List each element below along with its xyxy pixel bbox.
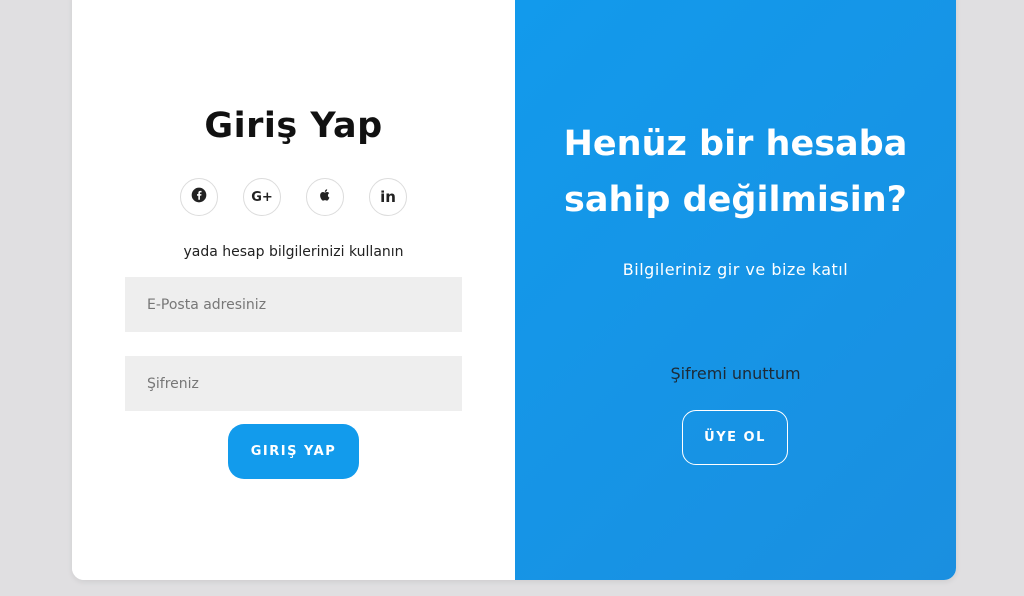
facebook-button[interactable]	[180, 178, 218, 216]
password-input[interactable]	[125, 356, 462, 411]
signup-panel: Henüz bir hesaba sahip değilmisin? Bilgi…	[515, 0, 956, 580]
signup-title-line1: Henüz bir hesaba	[563, 124, 908, 164]
social-login-group: G+ in	[180, 178, 407, 218]
signup-title-line2: sahip değilmisin?	[564, 180, 907, 220]
signup-button[interactable]: ÜYE OL	[682, 410, 788, 465]
login-title: Giriş Yap	[204, 106, 383, 146]
apple-icon	[317, 187, 333, 207]
auth-card: Giriş Yap G+ in yada hesap bilgilerinizi…	[72, 0, 956, 580]
signup-subtitle: Bilgileriniz gir ve bize katıl	[622, 260, 849, 279]
apple-button[interactable]	[306, 178, 344, 216]
email-input[interactable]	[125, 277, 462, 332]
google-plus-button[interactable]: G+	[243, 178, 281, 216]
linkedin-icon: in	[380, 188, 396, 206]
google-plus-icon: G+	[251, 189, 273, 205]
login-panel: Giriş Yap G+ in yada hesap bilgilerinizi…	[72, 0, 515, 580]
login-button[interactable]: GIRIŞ YAP	[228, 424, 359, 479]
facebook-icon	[191, 187, 207, 207]
linkedin-button[interactable]: in	[369, 178, 407, 216]
login-subtitle: yada hesap bilgilerinizi kullanın	[183, 244, 404, 260]
forgot-password-link[interactable]: Şifremi unuttum	[515, 364, 956, 383]
signup-title: Henüz bir hesaba sahip değilmisin?	[515, 116, 956, 228]
